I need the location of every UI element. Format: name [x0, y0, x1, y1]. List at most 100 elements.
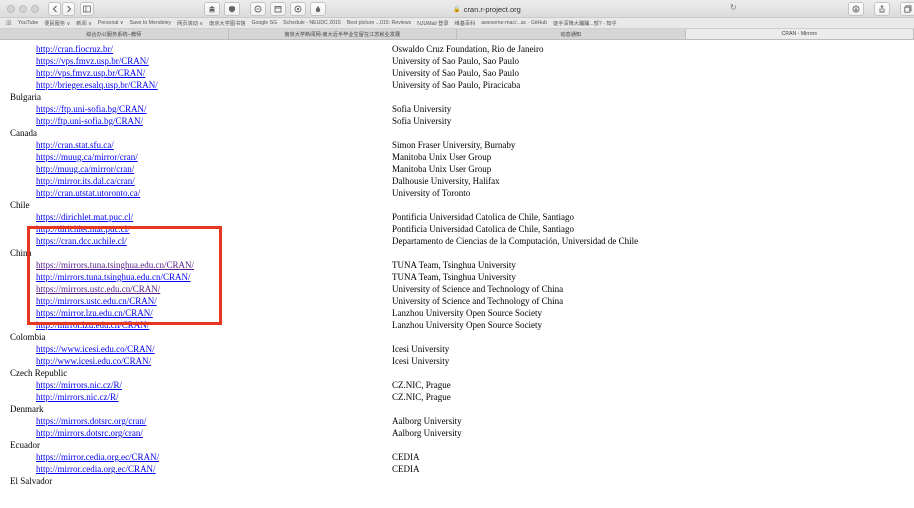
bookmark-item[interactable]: Best picture ...015: Reviews — [347, 20, 411, 26]
country-heading: Bulgaria — [10, 92, 41, 102]
extension-drop-button[interactable] — [310, 2, 326, 16]
mirror-link[interactable]: https://dirichlet.mat.puc.cl/ — [36, 211, 133, 223]
mirror-link[interactable]: http://muug.ca/mirror/cran/ — [36, 163, 134, 175]
chevron-left-icon — [52, 5, 57, 13]
mirror-link[interactable]: http://cran.stat.sfu.ca/ — [36, 139, 114, 151]
tab-cran-mirrors[interactable]: CRAN - Mirrors — [685, 29, 914, 39]
forward-button[interactable] — [62, 2, 75, 16]
sidebar-icon — [83, 5, 91, 13]
mirror-organization: Manitoba Unix User Group — [392, 152, 492, 162]
grid-icon[interactable]: ⊞ — [6, 19, 12, 27]
reload-icon[interactable]: ↻ — [730, 3, 737, 12]
country-heading: Ecuador — [10, 440, 40, 450]
mirror-link[interactable]: http://vps.fmvz.usp.br/CRAN/ — [36, 67, 145, 79]
extension-shield-button[interactable] — [224, 2, 240, 16]
tab-label: 综合办公服务系统--教师 — [86, 31, 142, 38]
mirror-link[interactable]: https://vps.fmvz.usp.br/CRAN/ — [36, 55, 149, 67]
bookmark-item[interactable]: Schedule - NEUDC 2015 — [283, 20, 341, 26]
mirror-organization: Sofia University — [392, 116, 452, 126]
share-button[interactable] — [874, 2, 890, 16]
extension-calendar-button[interactable] — [270, 2, 286, 16]
mirror-link[interactable]: https://mirrors.nic.cz/R/ — [36, 379, 122, 391]
mirror-organization: Sofia University — [392, 104, 452, 114]
mirror-organization: TUNA Team, Tsinghua University — [392, 272, 516, 282]
minimize-window-icon[interactable] — [19, 5, 27, 13]
mirror-organization: Simon Fraser University, Burnaby — [392, 140, 516, 150]
mirror-link[interactable]: http://mirror.cedia.org.ec/CRAN/ — [36, 463, 156, 475]
download-button[interactable] — [848, 2, 864, 16]
bookmarks-bar: ⊞ YouTube 便民服务 ∨ 新闻 ∨ Personal ∨ Save to… — [0, 18, 914, 29]
tab-label: CRAN - Mirrors — [781, 31, 817, 37]
extension-puzzle-button[interactable] — [250, 2, 266, 16]
bank-icon — [209, 6, 215, 13]
shield-icon — [229, 5, 235, 13]
tabs-icon — [904, 5, 912, 13]
mirror-organization: TUNA Team, Tsinghua University — [392, 260, 516, 270]
puzzle-icon — [254, 5, 262, 13]
lock-icon: 🔒 — [453, 5, 461, 13]
extension-target-button[interactable] — [290, 2, 306, 16]
china-mirrors-highlight — [27, 226, 222, 325]
bookmark-item[interactable]: Google SG — [251, 20, 277, 26]
mirror-link[interactable]: https://www.icesi.edu.co/CRAN/ — [36, 343, 155, 355]
tabs-overview-button[interactable] — [900, 2, 914, 16]
mirror-organization: Aalborg University — [392, 416, 462, 426]
address-text: cran.r-project.org — [463, 4, 521, 14]
mirror-organization: University of Sao Paulo, Piracicaba — [392, 80, 521, 90]
bookmark-item[interactable]: 徒手深降大蹦蹦...部? - 知乎 — [553, 20, 617, 27]
tab-notices[interactable]: 动态通知 — [457, 29, 686, 39]
mirror-organization: Departamento de Ciencias de la Computaci… — [392, 236, 639, 246]
bookmark-item[interactable]: 维基百科 — [455, 20, 476, 27]
mirror-organization: Lanzhou University Open Source Society — [392, 320, 542, 330]
bookmark-item[interactable]: Save to Mendeley — [130, 20, 172, 26]
mirror-link[interactable]: http://www.icesi.edu.co/CRAN/ — [36, 355, 151, 367]
bookmark-item[interactable]: Personal ∨ — [98, 20, 124, 26]
share-icon — [879, 5, 885, 13]
country-heading: Canada — [10, 128, 37, 138]
mirror-organization: Lanzhou University Open Source Society — [392, 308, 542, 318]
mirror-link[interactable]: http://mirrors.dotsrc.org/cran/ — [36, 427, 143, 439]
mirror-link[interactable]: http://cran.fiocruz.br/ — [36, 43, 113, 55]
mirror-link[interactable]: https://ftp.uni-sofia.bg/CRAN/ — [36, 103, 147, 115]
mirror-organization: CZ.NIC, Prague — [392, 392, 451, 402]
country-heading: Colombia — [10, 332, 46, 342]
country-heading: El Salvador — [10, 476, 53, 486]
mirror-link[interactable]: http://ftp.uni-sofia.bg/CRAN/ — [36, 115, 143, 127]
mirror-link[interactable]: https://mirror.cedia.org.ec/CRAN/ — [36, 451, 159, 463]
mirror-link[interactable]: http://mirror.its.dal.ca/cran/ — [36, 175, 135, 187]
bookmark-item[interactable]: awesome-mac/...ac · GitHub — [481, 20, 547, 26]
address-bar[interactable]: 🔒 cran.r-project.org — [387, 2, 587, 16]
mirror-organization: CZ.NIC, Prague — [392, 380, 451, 390]
mirror-link[interactable]: https://muug.ca/mirror/cran/ — [36, 151, 138, 163]
bookmark-item[interactable]: 南京大学图书馆 — [209, 20, 245, 27]
zoom-window-icon[interactable] — [31, 5, 39, 13]
download-icon — [852, 5, 860, 13]
mirror-organization: University of Science and Technology of … — [392, 296, 564, 306]
country-heading: Denmark — [10, 404, 44, 414]
mirror-organization: Pontificia Universidad Catolica de Chile… — [392, 212, 574, 222]
browser-toolbar: 🔒 cran.r-project.org ↻ — [0, 0, 914, 18]
mirror-link[interactable]: http://brieger.esalq.usp.br/CRAN/ — [36, 79, 158, 91]
bookmark-item[interactable]: 新闻 ∨ — [76, 20, 92, 27]
tab-office-system[interactable]: 综合办公服务系统--教师 — [0, 29, 229, 39]
sidebar-button[interactable] — [80, 2, 94, 16]
mirror-link[interactable]: https://mirrors.dotsrc.org/cran/ — [36, 415, 146, 427]
extension-bank-button[interactable] — [204, 2, 220, 16]
close-window-icon[interactable] — [7, 5, 15, 13]
chevron-right-icon — [66, 5, 71, 13]
bookmark-item[interactable]: YouTube — [18, 20, 38, 26]
mirror-organization: Oswaldo Cruz Foundation, Rio de Janeiro — [392, 44, 544, 54]
bookmark-item[interactable]: NJUMail 登录 — [417, 20, 448, 27]
mirror-organization: Icesi University — [392, 344, 450, 354]
mirror-organization: Dalhousie University, Halifax — [392, 176, 500, 186]
mirror-link[interactable]: http://cran.utstat.utoronto.ca/ — [36, 187, 140, 199]
tab-label: 南京大学新闻网-南大近半毕业生留在江苏就业发展 — [284, 31, 401, 38]
mirror-organization: University of Sao Paulo, Sao Paulo — [392, 68, 519, 78]
back-button[interactable] — [48, 2, 61, 16]
tab-nju-news[interactable]: 南京大学新闻网-南大近半毕业生留在江苏就业发展 — [229, 29, 457, 39]
bookmark-item[interactable]: 便民服务 ∨ — [44, 20, 70, 27]
bookmark-item[interactable]: 网页滚动 ∨ — [177, 20, 203, 27]
tab-label: 动态通知 — [560, 31, 582, 38]
drop-icon — [315, 6, 321, 13]
mirror-link[interactable]: http://mirrors.nic.cz/R/ — [36, 391, 119, 403]
